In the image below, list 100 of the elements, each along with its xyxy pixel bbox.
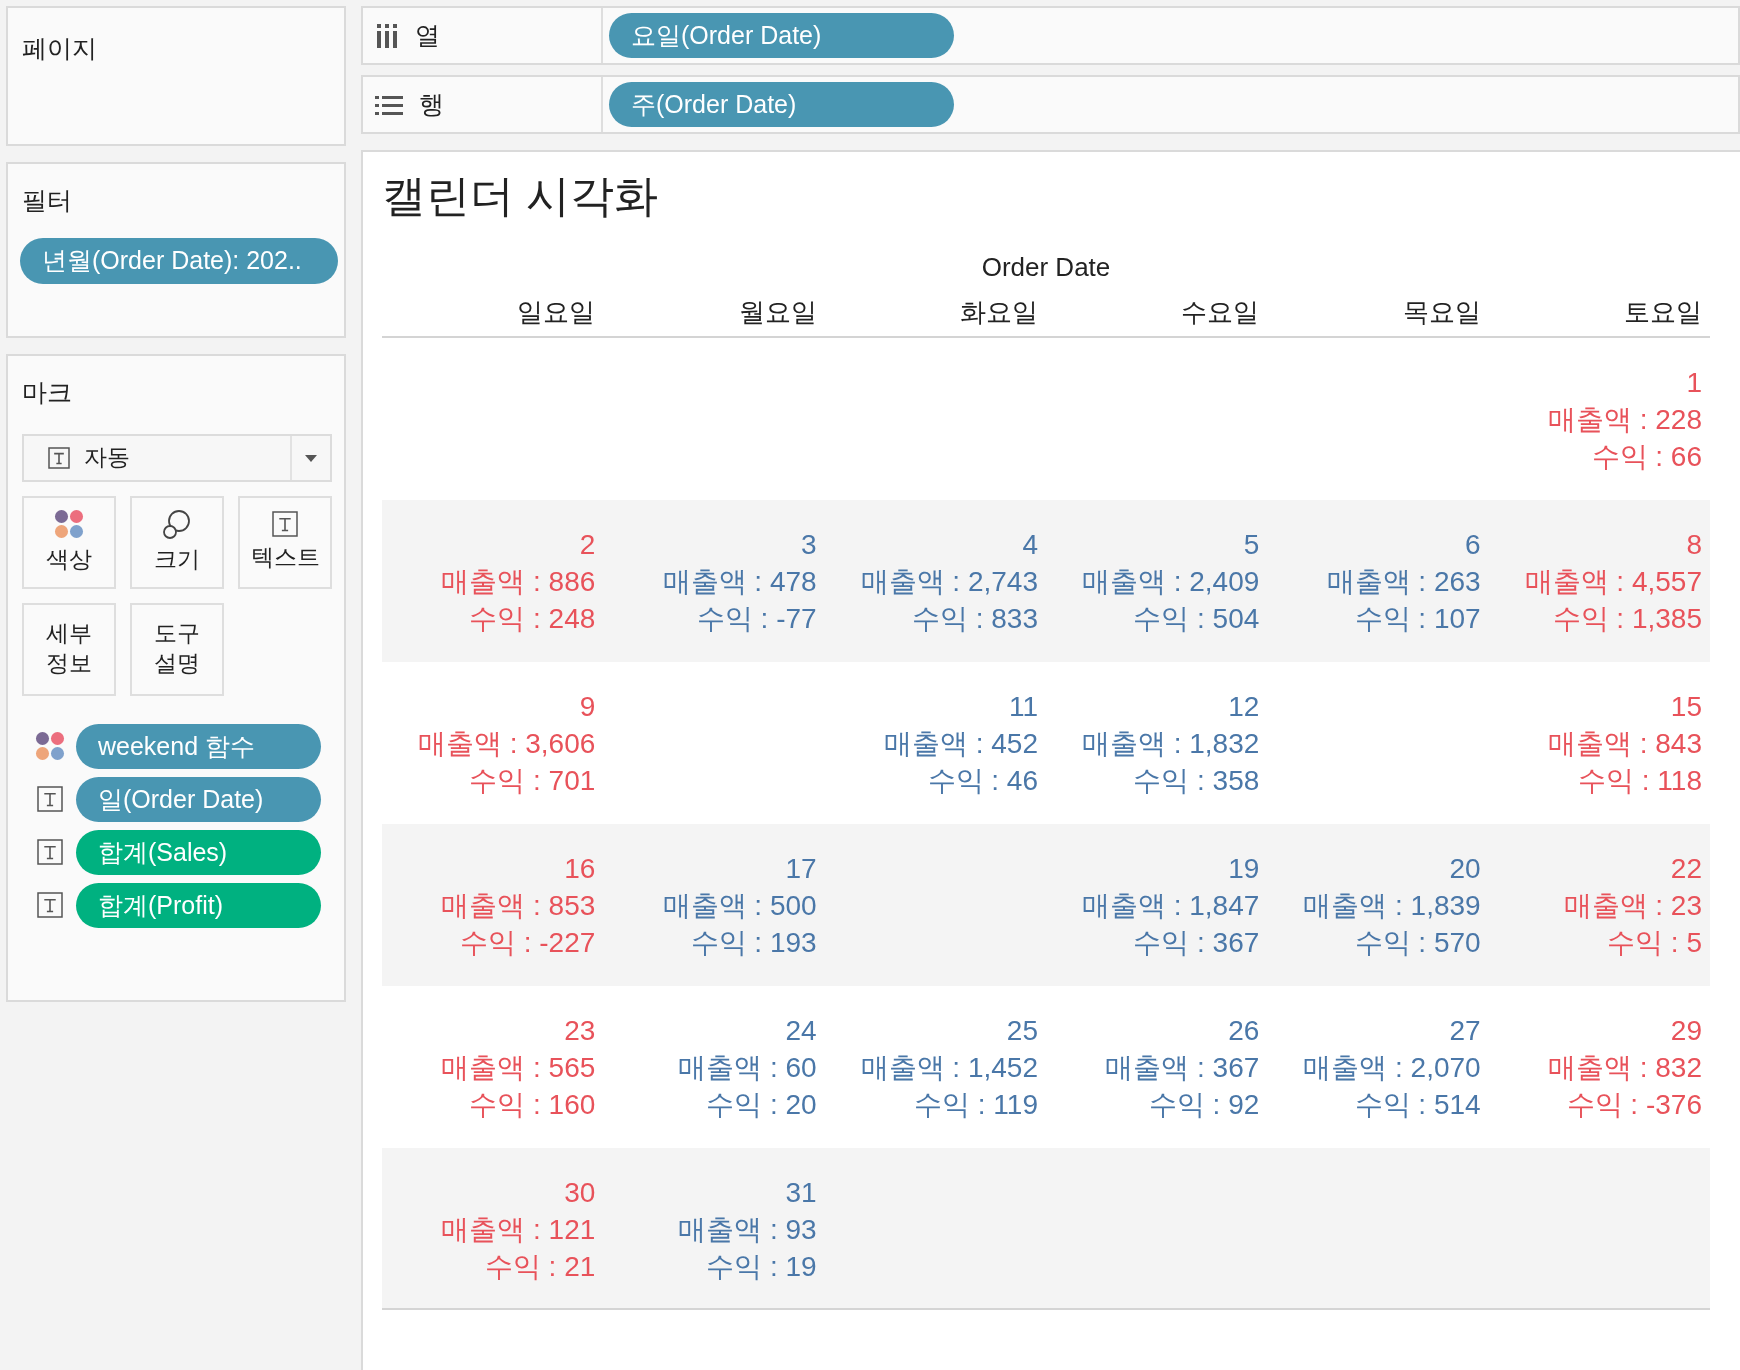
profit-label: 수익 : 358 — [1133, 764, 1260, 798]
profit-label: 수익 : 160 — [469, 1088, 596, 1122]
profit-label: 수익 : 833 — [911, 602, 1038, 636]
sales-label: 매출액 : 4,557 — [1524, 565, 1702, 599]
day-number: 6 — [1465, 528, 1481, 562]
sales-label: 매출액 : 478 — [662, 565, 817, 599]
profit-label: 수익 : 1,385 — [1552, 602, 1702, 636]
sales-label: 매출액 : 565 — [441, 1051, 596, 1085]
sales-label: 매출액 : 1,832 — [1081, 727, 1260, 761]
profit-label: 수익 : -227 — [459, 926, 596, 960]
text-icon — [37, 892, 63, 918]
profit-label: 수익 : 118 — [1578, 764, 1702, 798]
mark-type-dropdown[interactable]: 자동 — [22, 433, 332, 482]
profit-label: 수익 : 248 — [469, 602, 596, 636]
shelf-label: 열 — [415, 19, 440, 51]
day-number: 20 — [1449, 852, 1481, 886]
view-title: 캘린더 시각화 — [382, 174, 660, 218]
day-number: 2 — [579, 528, 596, 562]
day-number: 1 — [1686, 366, 1702, 400]
sales-label: 매출액 : 3,606 — [417, 727, 596, 761]
day-number: 12 — [1228, 690, 1260, 724]
day-number: 29 — [1670, 1014, 1702, 1048]
marks-tooltip-button[interactable]: 도구 설명 — [130, 602, 224, 696]
sales-label: 매출액 : 843 — [1547, 727, 1702, 761]
shelf-pill[interactable]: 요일(Order Date) — [609, 13, 954, 58]
field-pill[interactable]: 일(Order Date) — [76, 776, 321, 822]
sales-label: 매출액 : 886 — [441, 565, 596, 599]
sales-label: 매출액 : 452 — [883, 727, 1038, 761]
card-title: 마크 — [22, 377, 73, 408]
day-number: 25 — [1006, 1014, 1038, 1048]
field-pill[interactable]: weekend 함수 — [76, 723, 321, 769]
sales-label: 매출액 : 228 — [1547, 403, 1702, 437]
field-pill[interactable]: 합계(Profit) — [76, 882, 321, 928]
profit-label: 수익 : 92 — [1148, 1088, 1260, 1122]
profit-label: 수익 : 504 — [1133, 602, 1260, 636]
marks-text-button[interactable]: 텍스트 — [238, 495, 332, 589]
dropdown-value: 자동 — [84, 443, 130, 473]
sales-label: 매출액 : 60 — [678, 1051, 817, 1085]
column-header: 월요일 — [738, 296, 817, 329]
marks-color-button[interactable]: 색상 — [22, 495, 116, 589]
day-number: 26 — [1228, 1014, 1260, 1048]
sales-label: 매출액 : 853 — [441, 889, 596, 923]
column-header: 수요일 — [1181, 296, 1260, 329]
sales-label: 매출액 : 367 — [1105, 1051, 1260, 1085]
day-number: 15 — [1670, 690, 1702, 724]
marks-detail-button[interactable]: 세부 정보 — [22, 602, 116, 696]
marks-size-button[interactable]: 크기 — [130, 495, 224, 589]
profit-label: 수익 : 119 — [914, 1088, 1038, 1122]
sales-label: 매출액 : 93 — [678, 1213, 817, 1247]
profit-label: 수익 : -77 — [696, 602, 817, 636]
day-number: 24 — [785, 1014, 817, 1048]
column-header: 목요일 — [1402, 296, 1481, 329]
text-icon — [272, 511, 298, 538]
profit-label: 수익 : 701 — [469, 764, 596, 798]
field-pill[interactable]: 합계(Sales) — [76, 829, 321, 875]
sales-label: 매출액 : 2,070 — [1303, 1051, 1481, 1085]
profit-label: 수익 : 570 — [1354, 926, 1481, 960]
size-circles-icon — [162, 509, 192, 540]
sales-label: 매출액 : 23 — [1563, 889, 1702, 923]
color-dots-icon — [35, 731, 65, 761]
day-number: 4 — [1022, 528, 1038, 562]
profit-label: 수익 : 193 — [690, 926, 817, 960]
card-title: 페이지 — [22, 33, 98, 64]
profit-label: 수익 : 46 — [927, 764, 1038, 798]
sales-label: 매출액 : 1,847 — [1081, 889, 1260, 923]
profit-label: 수익 : 21 — [484, 1250, 596, 1284]
day-number: 16 — [564, 852, 596, 886]
sales-label: 매출액 : 1,839 — [1303, 889, 1481, 923]
day-number: 8 — [1686, 528, 1702, 562]
sales-label: 매출액 : 263 — [1326, 565, 1481, 599]
text-icon — [48, 446, 70, 469]
profit-label: 수익 : 367 — [1133, 926, 1260, 960]
shelf-label: 행 — [419, 88, 444, 120]
profit-label: 수익 : 514 — [1354, 1088, 1481, 1122]
sales-label: 매출액 : 832 — [1547, 1051, 1702, 1085]
sales-label: 매출액 : 1,452 — [860, 1051, 1038, 1085]
axis-header: Order Date — [981, 251, 1111, 284]
card-title: 필터 — [22, 185, 73, 216]
day-number: 27 — [1449, 1014, 1481, 1048]
day-number: 22 — [1670, 852, 1702, 886]
column-header: 토요일 — [1624, 296, 1702, 329]
day-number: 17 — [785, 852, 817, 886]
columns-icon — [375, 23, 399, 48]
sales-label: 매출액 : 121 — [441, 1213, 596, 1247]
day-number: 31 — [785, 1176, 817, 1210]
day-number: 23 — [564, 1014, 596, 1048]
day-number: 3 — [801, 528, 817, 562]
filter-pill[interactable]: 년월(Order Date): 202.. — [20, 237, 338, 284]
profit-label: 수익 : 107 — [1354, 602, 1481, 636]
color-dots-icon — [54, 509, 84, 540]
profit-label: 수익 : 20 — [706, 1088, 817, 1122]
column-header: 화요일 — [960, 296, 1038, 329]
day-number: 30 — [564, 1176, 596, 1210]
caret-icon — [303, 452, 319, 463]
shelf-pill[interactable]: 주(Order Date) — [609, 82, 954, 127]
day-number: 5 — [1243, 528, 1260, 562]
sales-label: 매출액 : 500 — [662, 889, 817, 923]
text-icon — [37, 786, 63, 812]
text-icon — [37, 839, 63, 865]
profit-label: 수익 : 66 — [1591, 440, 1702, 474]
